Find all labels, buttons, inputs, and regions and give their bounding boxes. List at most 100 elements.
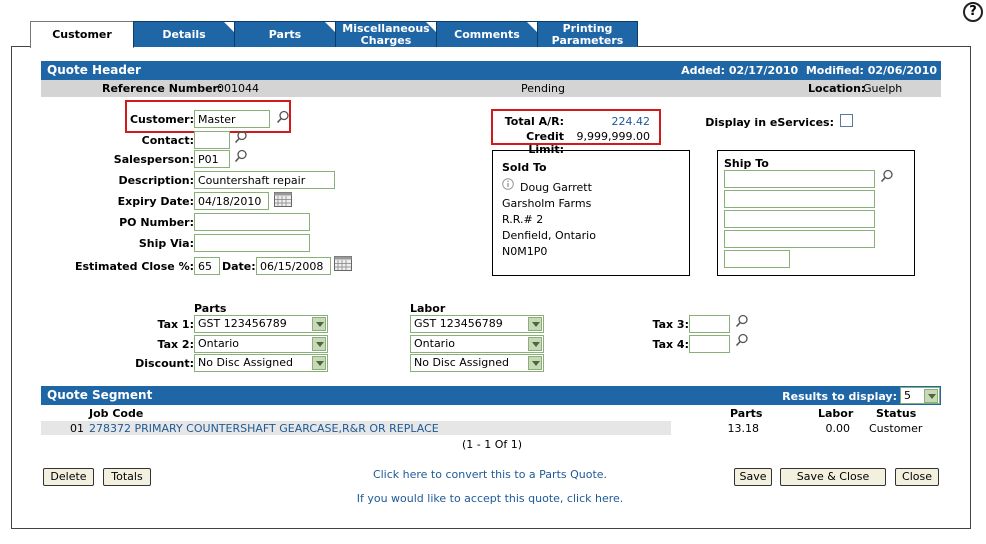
help-icon[interactable]: ? [963,2,983,22]
sold-to-title: Sold To [502,161,547,174]
col-parts: Parts [730,407,763,420]
tax4-input[interactable] [689,335,730,353]
customer-search-icon[interactable] [276,110,290,124]
ship-to-title: Ship To [724,157,769,170]
job-code-link[interactable]: 278372 PRIMARY COUNTERSHAFT GEARCASE,R&R… [89,422,439,435]
frame-divider [11,46,30,47]
tax3-search-icon[interactable] [735,314,749,328]
convert-to-parts-quote-link[interactable]: Click here to convert this to a Parts Qu… [340,468,640,481]
tax4-search-icon[interactable] [735,333,749,347]
modified-date: 02/06/2010 [867,64,937,77]
salesperson-search-icon[interactable] [234,149,248,163]
tab-customer[interactable]: Customer [30,21,134,48]
total-ar-value[interactable]: 224.42 [572,115,651,128]
ship-via-label: Ship Via: [138,237,194,250]
po-number-label: PO Number: [119,216,194,229]
salesperson-input[interactable] [194,150,230,168]
table-row[interactable]: 01 278372 PRIMARY COUNTERSHAFT GEARCASE,… [41,421,941,435]
save-button[interactable]: Save [734,468,772,486]
tax3-input[interactable] [689,315,730,333]
dropdown-arrow-icon[interactable] [528,317,542,331]
ship-to-line-3-input[interactable] [724,210,875,228]
close-date-label: Date: [222,260,256,273]
discount-label: Discount: [135,357,194,370]
ship-to-postal-input[interactable] [724,250,790,268]
info-icon[interactable] [502,178,514,190]
reference-number: 001044 [217,82,259,95]
sold-to-line: Garsholm Farms [502,197,592,210]
row-status: Customer [869,422,923,435]
labor-tax2-select[interactable]: Ontario [410,335,544,353]
calendar-icon[interactable] [334,256,352,271]
reference-label: Reference Number: [102,82,223,95]
results-select[interactable]: 5 [900,387,940,404]
description-label: Description: [118,174,194,187]
quote-info-bar: Reference Number: 001044 Pending Locatio… [41,80,941,97]
ship-to-line-1-input[interactable] [724,170,875,188]
labor-discount-select[interactable]: No Disc Assigned [410,354,544,372]
parts-tax2-select[interactable]: Ontario [194,335,328,353]
pagination: (1 - 1 Of 1) [461,438,523,451]
tab-miscellaneous-charges[interactable]: Miscellaneous Charges [335,21,437,47]
frame-divider [637,46,971,47]
row-parts: 13.18 [727,422,760,435]
quote-status: Pending [521,82,565,95]
col-status: Status [876,407,917,420]
customer-label: Customer: [129,113,194,126]
delete-button[interactable]: Delete [43,468,94,486]
estimated-close-label: Estimated Close %: [74,260,194,273]
sold-to-line: Doug Garrett [520,181,592,194]
expiry-date-input[interactable] [194,192,269,210]
ship-to-search-icon[interactable] [880,169,894,183]
close-date-input[interactable] [256,257,331,275]
totals-button[interactable]: Totals [103,468,151,486]
quote-segment-title: Quote Segment [47,388,153,402]
eservices-checkbox[interactable] [840,114,853,127]
quote-segment-bar: Quote Segment Results to display: [41,386,941,405]
dropdown-arrow-icon[interactable] [312,317,326,331]
salesperson-label: Salesperson: [113,153,194,166]
sold-to-panel: Sold To Doug Garrett Garsholm Farms R.R.… [492,150,690,276]
dropdown-arrow-icon[interactable] [528,356,542,370]
contact-search-icon[interactable] [234,130,248,144]
labor-tax1-select[interactable]: GST 123456789 [410,315,544,333]
tax1-label: Tax 1: [157,318,195,331]
tab-comments[interactable]: Comments [436,21,538,47]
customer-input[interactable] [194,110,270,128]
row-labor: 0.00 [825,422,851,435]
dropdown-arrow-icon[interactable] [924,389,938,403]
ship-to-line-4-input[interactable] [724,230,875,248]
parts-tax1-select[interactable]: GST 123456789 [194,315,328,333]
expiry-date-label: Expiry Date: [117,195,194,208]
parts-discount-select[interactable]: No Disc Assigned [194,354,328,372]
quote-header-title: Quote Header [47,63,141,77]
contact-label: Contact: [141,134,194,147]
tax2-label: Tax 2: [157,338,195,351]
total-ar-label: Total A/R: [504,115,564,128]
location-label: Location: [808,82,866,95]
col-job-code: Job Code [89,407,144,420]
dropdown-arrow-icon[interactable] [312,356,326,370]
quote-header-bar: Quote Header Added: 02/17/2010 Modified:… [41,61,941,80]
credit-limit-value: 9,999,999.00 [576,130,650,143]
ship-via-input[interactable] [194,234,310,252]
description-input[interactable] [194,171,335,189]
sold-to-line: R.R.# 2 [502,213,544,226]
calendar-icon[interactable] [274,192,292,207]
dropdown-arrow-icon[interactable] [528,337,542,351]
tab-printing-parameters[interactable]: Printing Parameters [537,21,638,47]
quote-dates: Added: 02/17/2010 Modified: 02/06/2010 [681,64,937,77]
close-button[interactable]: Close [895,468,939,486]
estimated-close-input[interactable] [194,257,220,275]
contact-input[interactable] [194,131,230,149]
accept-quote-link[interactable]: If you would like to accept this quote, … [330,492,650,505]
po-number-input[interactable] [194,213,310,231]
tab-parts[interactable]: Parts [234,21,336,47]
ship-to-line-2-input[interactable] [724,190,875,208]
tax4-label: Tax 4: [652,338,690,351]
row-number: 01 [70,422,84,435]
tab-details[interactable]: Details [133,21,235,47]
dropdown-arrow-icon[interactable] [312,337,326,351]
tax3-label: Tax 3: [652,318,690,331]
save-and-close-button[interactable]: Save & Close [780,468,886,486]
